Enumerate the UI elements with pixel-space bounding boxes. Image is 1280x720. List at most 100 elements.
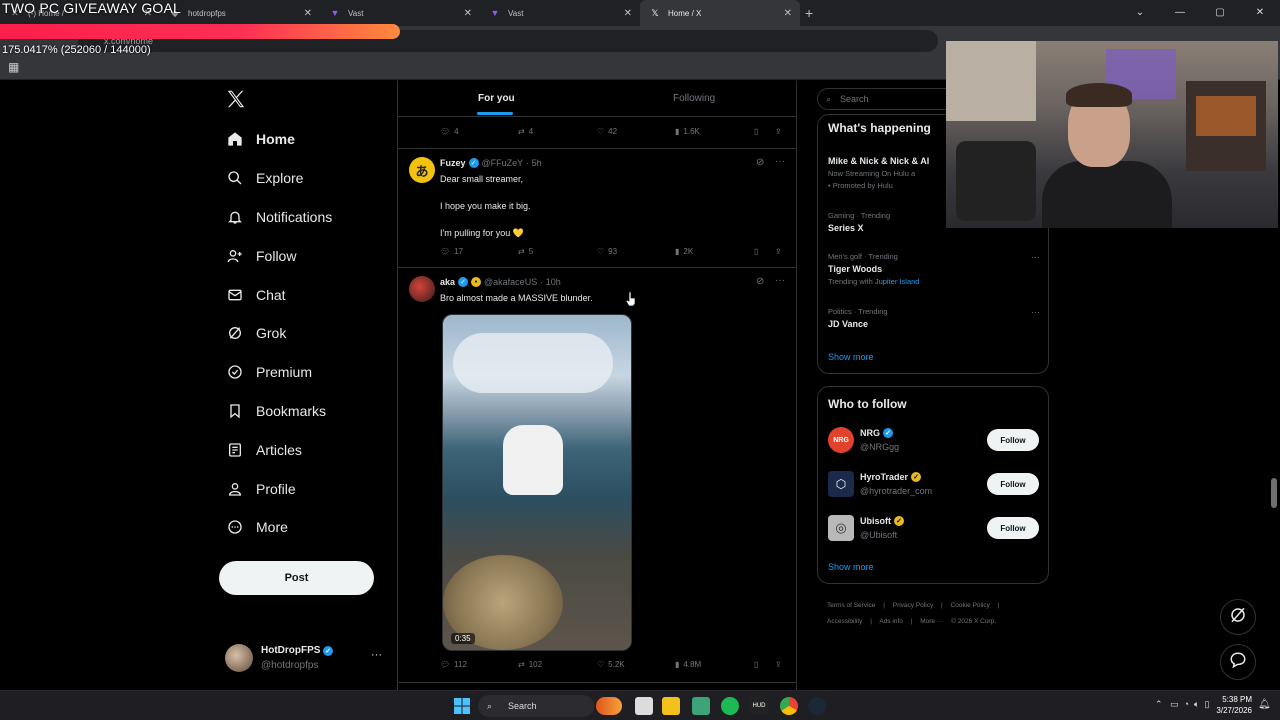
task-view-icon[interactable] <box>635 697 653 715</box>
reply-button[interactable]: 💬︎ 112 <box>440 660 467 669</box>
avatar[interactable] <box>409 276 435 302</box>
tab-following[interactable]: Following <box>673 93 715 104</box>
reply-button[interactable]: 💬︎ 4 <box>440 127 459 136</box>
follow-button[interactable]: Follow <box>987 473 1039 495</box>
close-icon[interactable]: ✕ <box>784 8 792 19</box>
browser-tab[interactable]: ◆ hotdropfps ✕ <box>160 0 320 26</box>
x-logo-icon[interactable] <box>225 88 247 110</box>
minimize-icon[interactable]: — <box>1160 0 1200 26</box>
footer-link[interactable]: Accessibility <box>827 618 862 625</box>
chevron-up-icon[interactable]: ⌃ <box>1155 699 1163 709</box>
repost-button[interactable]: ⇄ 102 <box>518 660 542 669</box>
hud-app-icon[interactable]: HUD <box>750 697 768 715</box>
tweet[interactable]: あ Fuzey ✓ @FFuZeY · 5h ⊘ ··· Dear small … <box>398 149 796 267</box>
volume-icon[interactable]: 🔈︎ <box>1194 699 1199 709</box>
nav-follow[interactable]: Follow <box>220 236 390 275</box>
wifi-icon[interactable]: ◔ <box>1184 699 1189 709</box>
footer-link[interactable]: Ads info <box>879 618 903 625</box>
like-button[interactable]: ♡ 5.2K <box>597 660 625 669</box>
show-more-link[interactable]: Show more <box>828 352 874 362</box>
tweet-time[interactable]: · 10h <box>540 277 561 287</box>
share-icon[interactable]: ⇪ <box>775 660 782 669</box>
follow-button[interactable]: Follow <box>987 517 1039 539</box>
footer-link[interactable]: More ··· <box>920 618 943 625</box>
views-button[interactable]: ▮ 2K <box>675 247 693 256</box>
more-options-icon[interactable]: ··· <box>775 275 785 286</box>
views-button[interactable]: ▮ 1.6K <box>675 127 700 136</box>
chevron-down-icon[interactable]: ⌄ <box>1120 0 1160 26</box>
browser-tab-active[interactable]: 𝕏 Home / X ✕ <box>640 0 800 26</box>
steam-icon[interactable] <box>808 697 826 715</box>
nav-notifications[interactable]: Notifications <box>220 198 390 237</box>
grok-icon[interactable]: ⊘ <box>756 157 764 168</box>
footer-link[interactable]: Terms of Service <box>827 602 875 609</box>
taskbar-search[interactable]: ⌕ Search <box>478 695 594 717</box>
follow-suggestion[interactable]: ⬡ HyroTrader ✓ @hyrotrader_com Follow <box>828 471 1040 501</box>
tweet[interactable]: aka ✓ • @akafaceUS · 10h ⊘ ··· Bro almos… <box>398 268 796 680</box>
footer-link[interactable]: Cookie Policy <box>951 602 990 609</box>
grok-icon[interactable]: ⊘ <box>756 276 764 287</box>
trend-item[interactable]: Politics · Trending JD Vance ··· <box>828 307 1040 329</box>
apps-grid-icon[interactable]: ▦ <box>8 60 19 74</box>
nav-premium[interactable]: Premium <box>220 353 390 392</box>
nav-more[interactable]: More <box>220 508 390 547</box>
footer-link[interactable]: Privacy Policy <box>893 602 933 609</box>
avatar[interactable]: ⬡ <box>828 471 854 497</box>
maximize-icon[interactable]: ▢ <box>1200 0 1240 26</box>
battery-icon[interactable]: ▯ <box>1204 699 1209 709</box>
chrome-icon[interactable] <box>780 697 798 715</box>
close-icon[interactable]: ✕ <box>1240 0 1280 26</box>
reply-button[interactable]: 💬︎ 17 <box>440 247 463 256</box>
file-explorer-icon[interactable] <box>662 697 680 715</box>
avatar[interactable]: ◎ <box>828 515 854 541</box>
more-options-icon[interactable]: ··· <box>371 649 382 661</box>
tweet-author-handle[interactable]: @akafaceUS <box>484 277 537 287</box>
widgets-icon[interactable] <box>596 697 622 715</box>
notifications-bell-icon[interactable]: 🔔︎ <box>1258 699 1271 710</box>
nav-profile[interactable]: Profile <box>220 469 390 508</box>
trend-item[interactable]: Men's golf · Trending Tiger Woods Trendi… <box>828 252 1040 286</box>
nav-explore[interactable]: Explore <box>220 159 390 198</box>
nav-articles[interactable]: Articles <box>220 430 390 469</box>
bookmark-icon[interactable]: ▯ <box>754 660 758 669</box>
close-icon[interactable]: ✕ <box>464 8 472 19</box>
repost-button[interactable]: ⇄ 4 <box>518 127 533 136</box>
like-button[interactable]: ♡ 93 <box>597 247 617 256</box>
grok-fab-button[interactable] <box>1220 599 1256 635</box>
follow-suggestion[interactable]: ◎ Ubisoft ✓ @Ubisoft Follow <box>828 515 1040 545</box>
like-button[interactable]: ♡ 42 <box>597 127 617 136</box>
tweet-author-name[interactable]: aka <box>440 277 455 287</box>
repost-button[interactable]: ⇄ 5 <box>518 247 533 256</box>
share-icon[interactable]: ⇪ <box>775 247 782 256</box>
scrollbar-thumb[interactable] <box>1271 478 1277 508</box>
bookmark-icon[interactable]: ▯ <box>754 127 758 136</box>
avatar[interactable]: あ <box>409 157 435 183</box>
more-options-icon[interactable]: ··· <box>1031 252 1040 262</box>
more-options-icon[interactable]: ··· <box>1031 307 1040 317</box>
more-options-icon[interactable]: ··· <box>775 156 785 167</box>
network-icon[interactable]: ▭ <box>1170 699 1179 709</box>
notepad-icon[interactable] <box>692 697 710 715</box>
avatar[interactable]: NRG <box>828 427 854 453</box>
windows-start-icon[interactable] <box>454 698 470 714</box>
nav-bookmarks[interactable]: Bookmarks <box>220 392 390 431</box>
share-icon[interactable]: ⇪ <box>775 127 782 136</box>
chat-fab-button[interactable] <box>1220 644 1256 680</box>
browser-tab[interactable]: ▼ Vast ✕ <box>320 0 480 26</box>
close-icon[interactable]: ✕ <box>304 8 312 19</box>
taskbar-clock[interactable]: 5:38 PM 3/27/2026 <box>1212 694 1252 716</box>
tweet-author-name[interactable]: Fuzey <box>440 158 466 168</box>
show-more-link[interactable]: Show more <box>828 562 874 572</box>
nav-chat[interactable]: Chat <box>220 275 390 314</box>
spotify-icon[interactable] <box>721 697 739 715</box>
follow-button[interactable]: Follow <box>987 429 1039 451</box>
close-icon[interactable]: ✕ <box>624 8 632 19</box>
bookmark-icon[interactable]: ▯ <box>754 247 758 256</box>
views-button[interactable]: ▮ 4.8M <box>675 660 701 669</box>
nav-home[interactable]: Home <box>220 120 390 159</box>
tweet-author-handle[interactable]: @FFuZeY <box>482 158 524 168</box>
tweet-video[interactable]: 0:35 <box>442 314 632 651</box>
browser-tab[interactable]: ▼ Vast ✕ <box>480 0 640 26</box>
post-button[interactable]: Post <box>219 561 374 595</box>
follow-suggestion[interactable]: NRG NRG ✓ @NRGgg Follow <box>828 427 1040 457</box>
